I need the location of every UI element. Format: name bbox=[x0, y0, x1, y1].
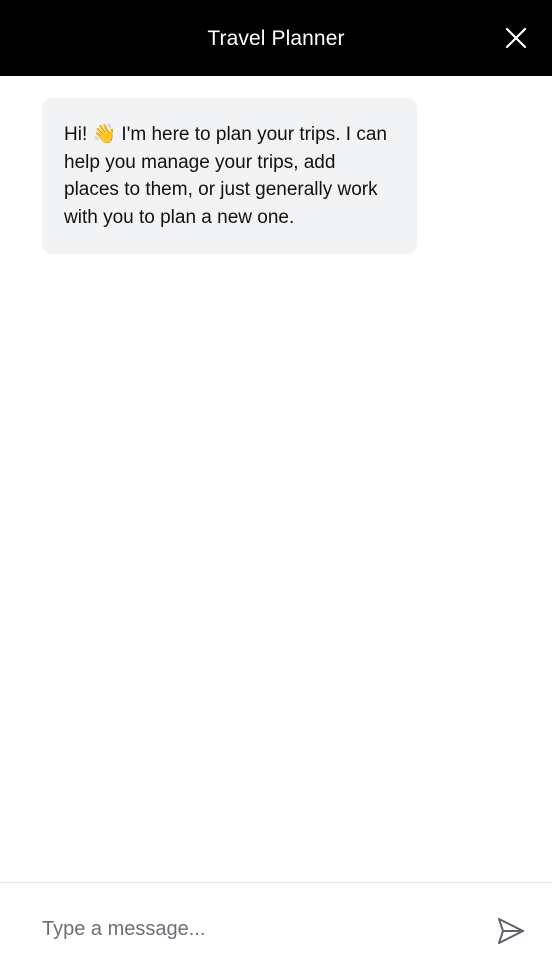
send-button[interactable] bbox=[496, 916, 526, 946]
close-icon bbox=[505, 27, 527, 49]
close-button[interactable] bbox=[504, 26, 528, 50]
header-title: Travel Planner bbox=[207, 26, 345, 50]
message-input[interactable] bbox=[42, 914, 472, 944]
assistant-message-bubble: Hi! 👋 I'm here to plan your trips. I can… bbox=[42, 98, 417, 255]
message-list: Hi! 👋 I'm here to plan your trips. I can… bbox=[0, 76, 552, 882]
message-composer bbox=[0, 882, 552, 969]
chat-window: Travel Planner Hi! 👋 I'm here to plan yo… bbox=[0, 0, 552, 969]
chat-header: Travel Planner bbox=[0, 0, 552, 76]
send-icon bbox=[498, 918, 524, 944]
